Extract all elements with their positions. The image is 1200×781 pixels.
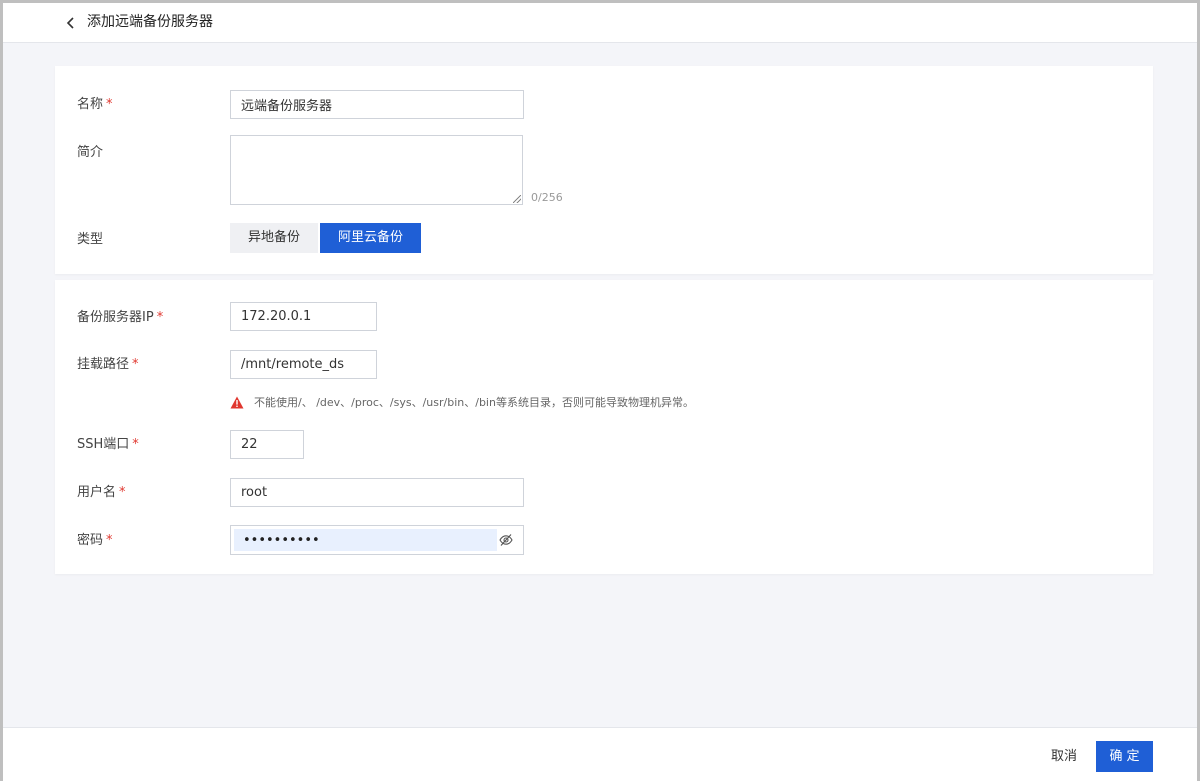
resize-grip-icon[interactable] <box>513 195 521 203</box>
warning-icon <box>230 396 244 408</box>
desc-label: 简介 <box>77 145 104 160</box>
mount-label-text: 挂载路径 <box>77 357 130 372</box>
required-mark: * <box>106 533 113 548</box>
page-title: 添加远端备份服务器 <box>87 14 213 30</box>
password-label-text: 密码 <box>77 533 104 548</box>
cancel-button[interactable]: 取消 <box>1045 742 1083 772</box>
password-field[interactable]: •••••••••• <box>230 525 524 555</box>
password-label: 密码 * <box>77 532 113 550</box>
ip-label-text: 备份服务器IP <box>77 310 154 325</box>
app-window: 添加远端备份服务器 名称* 简介 0/256 类型 异地备份 阿里云备份 备份服… <box>0 0 1200 781</box>
page-footer: 取消 确定 <box>3 727 1197 781</box>
ip-label: 备份服务器IP * <box>77 309 163 327</box>
type-option-remote[interactable]: 异地备份 <box>230 223 318 253</box>
ssh-port-label-text: SSH端口 <box>77 437 130 452</box>
basic-info-card: 名称* 简介 0/256 类型 异地备份 阿里云备份 <box>55 66 1153 274</box>
page-header: 添加远端备份服务器 <box>3 3 1197 43</box>
username-input[interactable] <box>230 478 524 507</box>
required-mark: * <box>132 437 139 452</box>
required-mark: * <box>156 310 164 325</box>
required-mark: * <box>132 357 139 372</box>
confirm-button[interactable]: 确定 <box>1096 741 1153 772</box>
password-value[interactable]: •••••••••• <box>234 529 497 551</box>
chevron-left-icon[interactable] <box>59 11 83 35</box>
required-mark: * <box>106 97 113 112</box>
type-label: 类型 <box>77 232 104 247</box>
ssh-port-input[interactable] <box>230 430 304 459</box>
mount-path-input[interactable] <box>230 350 377 379</box>
type-option-aliyun[interactable]: 阿里云备份 <box>320 223 421 253</box>
name-input[interactable] <box>230 90 524 119</box>
ssh-port-label: SSH端口 * <box>77 436 139 454</box>
username-label: 用户名 * <box>77 484 126 502</box>
username-label-text: 用户名 <box>77 485 117 500</box>
desc-char-counter: 0/256 <box>531 191 563 204</box>
mount-label: 挂载路径 * <box>77 356 139 374</box>
server-config-card: 备份服务器IP* 挂载路径* 不能使用/、 /dev、/proc、/sys、/u… <box>55 280 1153 574</box>
required-mark: * <box>119 485 126 500</box>
eye-off-icon[interactable] <box>499 533 513 551</box>
desc-textarea[interactable] <box>230 135 523 205</box>
ip-input[interactable] <box>230 302 377 331</box>
mount-warning: 不能使用/、 /dev、/proc、/sys、/usr/bin、/bin等系统目… <box>230 394 694 410</box>
name-label-text: 名称 <box>77 97 104 112</box>
name-label: 名称 * <box>77 96 113 114</box>
mount-warning-text: 不能使用/、 /dev、/proc、/sys、/usr/bin、/bin等系统目… <box>254 396 694 409</box>
